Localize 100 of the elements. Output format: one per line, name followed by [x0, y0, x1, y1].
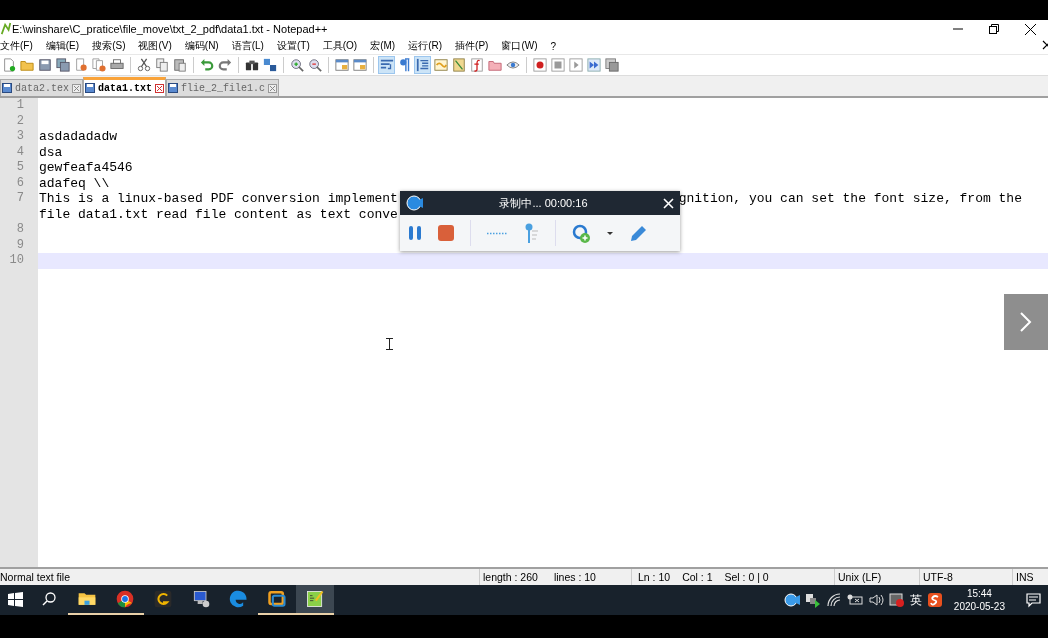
menu-item[interactable]: 工具(O) [322, 39, 363, 53]
close-icon [1024, 23, 1036, 35]
undo-icon [199, 58, 214, 72]
menu-item[interactable]: 视图(V) [138, 39, 177, 53]
taskbar-app-button[interactable] [296, 585, 334, 615]
line-number: 2 [15, 113, 25, 129]
file-tab[interactable]: data2.tex [0, 79, 83, 96]
copy-icon [154, 58, 169, 72]
cut-icon [136, 58, 151, 72]
window-icon [267, 589, 287, 609]
replace-icon [262, 58, 277, 72]
menu-item[interactable]: 文件(F) [0, 39, 38, 53]
line-ending-label: Unix (LF) [838, 571, 882, 583]
pin-icon[interactable] [523, 223, 539, 243]
line-number: 3 [15, 129, 25, 145]
map-icon [451, 58, 466, 72]
zoom-out-icon [307, 58, 322, 72]
binoculars-icon [244, 58, 259, 72]
split-window-icon [352, 58, 367, 72]
chevron-right-icon [1019, 311, 1033, 333]
line-number: 5 [15, 160, 25, 176]
line-number: 9 [15, 237, 25, 253]
menu-item[interactable]: 设置(T) [276, 39, 315, 53]
menu-item[interactable]: 语言(L) [231, 39, 269, 53]
toolbar-button[interactable] [54, 56, 71, 74]
notification-icon[interactable] [1026, 592, 1042, 608]
pause-icon[interactable] [408, 225, 422, 241]
redo-icon [217, 58, 232, 72]
menu-item[interactable]: 搜索(S) [92, 39, 131, 53]
word-wrap-icon [379, 58, 394, 72]
code-line: file data1.txt read file content as text conve [39, 206, 398, 222]
code-line: gewfeafa4546 [39, 160, 133, 176]
camera-icon[interactable] [783, 592, 800, 608]
eye-icon [505, 58, 520, 72]
line-number: 4 [15, 144, 25, 160]
webcam-add-icon[interactable] [572, 223, 591, 243]
length-label: length : 260 [483, 571, 538, 583]
play-icon [568, 58, 583, 72]
camera-icon [406, 194, 424, 212]
menu-item[interactable]: 宏(M) [370, 39, 401, 53]
line-number: 7 [15, 191, 25, 207]
code-line: This is a linux-based PDF conversion implement [39, 191, 398, 207]
network-icon[interactable] [846, 592, 863, 608]
chrome-icon [115, 589, 135, 609]
next-arrow-button[interactable] [1004, 294, 1048, 350]
file-tab[interactable]: data1.txt [83, 77, 167, 96]
fast-forward-icon [586, 58, 601, 72]
volume-icon[interactable] [867, 592, 884, 608]
transfer-icon[interactable] [804, 592, 821, 608]
window-title: E:\winshare\C_pratice\file_move\txt_2_pdf\data1.txt - Notepad++ [12, 23, 329, 35]
spiral-icon [153, 589, 173, 609]
save-icon [85, 83, 95, 93]
line-label: Ln : 10 [638, 571, 671, 583]
save-icon [2, 83, 12, 93]
zoom-in-icon [289, 58, 304, 72]
insert-mode-label: INS [1016, 571, 1034, 583]
file-tab[interactable]: flie_2_file1.c [166, 79, 280, 96]
file-type-label: Normal text file [0, 571, 71, 583]
encoding-label: UTF-8 [923, 571, 953, 583]
code-line: dsa [39, 144, 63, 160]
line-number: 6 [15, 175, 25, 191]
computer-icon [191, 589, 211, 609]
clock-time[interactable]: 15:44 [966, 587, 992, 600]
toolbar-button[interactable] [261, 56, 278, 74]
wifi-icon[interactable] [825, 592, 842, 608]
print-icon [109, 58, 124, 72]
menu-item[interactable]: 插件(P) [455, 39, 494, 53]
code-line: adafeq \\ [39, 175, 110, 191]
caret-icon[interactable] [607, 231, 613, 235]
column-label: Col : 1 [682, 571, 713, 583]
folder-icon [487, 58, 502, 72]
edge-icon [229, 589, 249, 609]
menu-item[interactable]: 运行(R) [408, 39, 448, 53]
close-all-icon [91, 58, 106, 72]
toolbar-button[interactable] [135, 56, 152, 74]
pen-icon[interactable] [629, 223, 649, 243]
line-number: 10 [8, 253, 25, 269]
notepad-icon [305, 589, 325, 609]
split-window-icon [334, 58, 349, 72]
lines-label: lines : 10 [553, 571, 596, 583]
code-line: gnition, you can set the font size, from the [678, 191, 1022, 207]
menu-item[interactable]: ? [550, 40, 562, 52]
dotted-line-icon[interactable] [487, 231, 507, 235]
menu-item[interactable]: 窗口(W) [501, 39, 543, 53]
restore-icon [989, 24, 999, 34]
sogou-icon[interactable] [926, 592, 943, 608]
menu-item[interactable]: 编码(N) [184, 39, 224, 53]
line-number: 1 [15, 98, 25, 114]
search-icon [42, 592, 56, 606]
input-method-indicator[interactable]: 英 [909, 591, 922, 609]
recorder-title: 录制中... 00:00:16 [498, 195, 589, 211]
folder-icon [19, 58, 34, 72]
indent-guide-icon [415, 58, 430, 72]
clock-date[interactable]: 2020-05-23 [953, 600, 1005, 613]
menu-item[interactable]: 编辑(E) [45, 39, 85, 53]
record-icon [532, 58, 547, 72]
toolbar-button[interactable] [531, 56, 548, 74]
blocked-screen-icon[interactable] [888, 592, 905, 608]
macro-save-icon [604, 58, 619, 72]
save-all-icon [55, 58, 70, 72]
